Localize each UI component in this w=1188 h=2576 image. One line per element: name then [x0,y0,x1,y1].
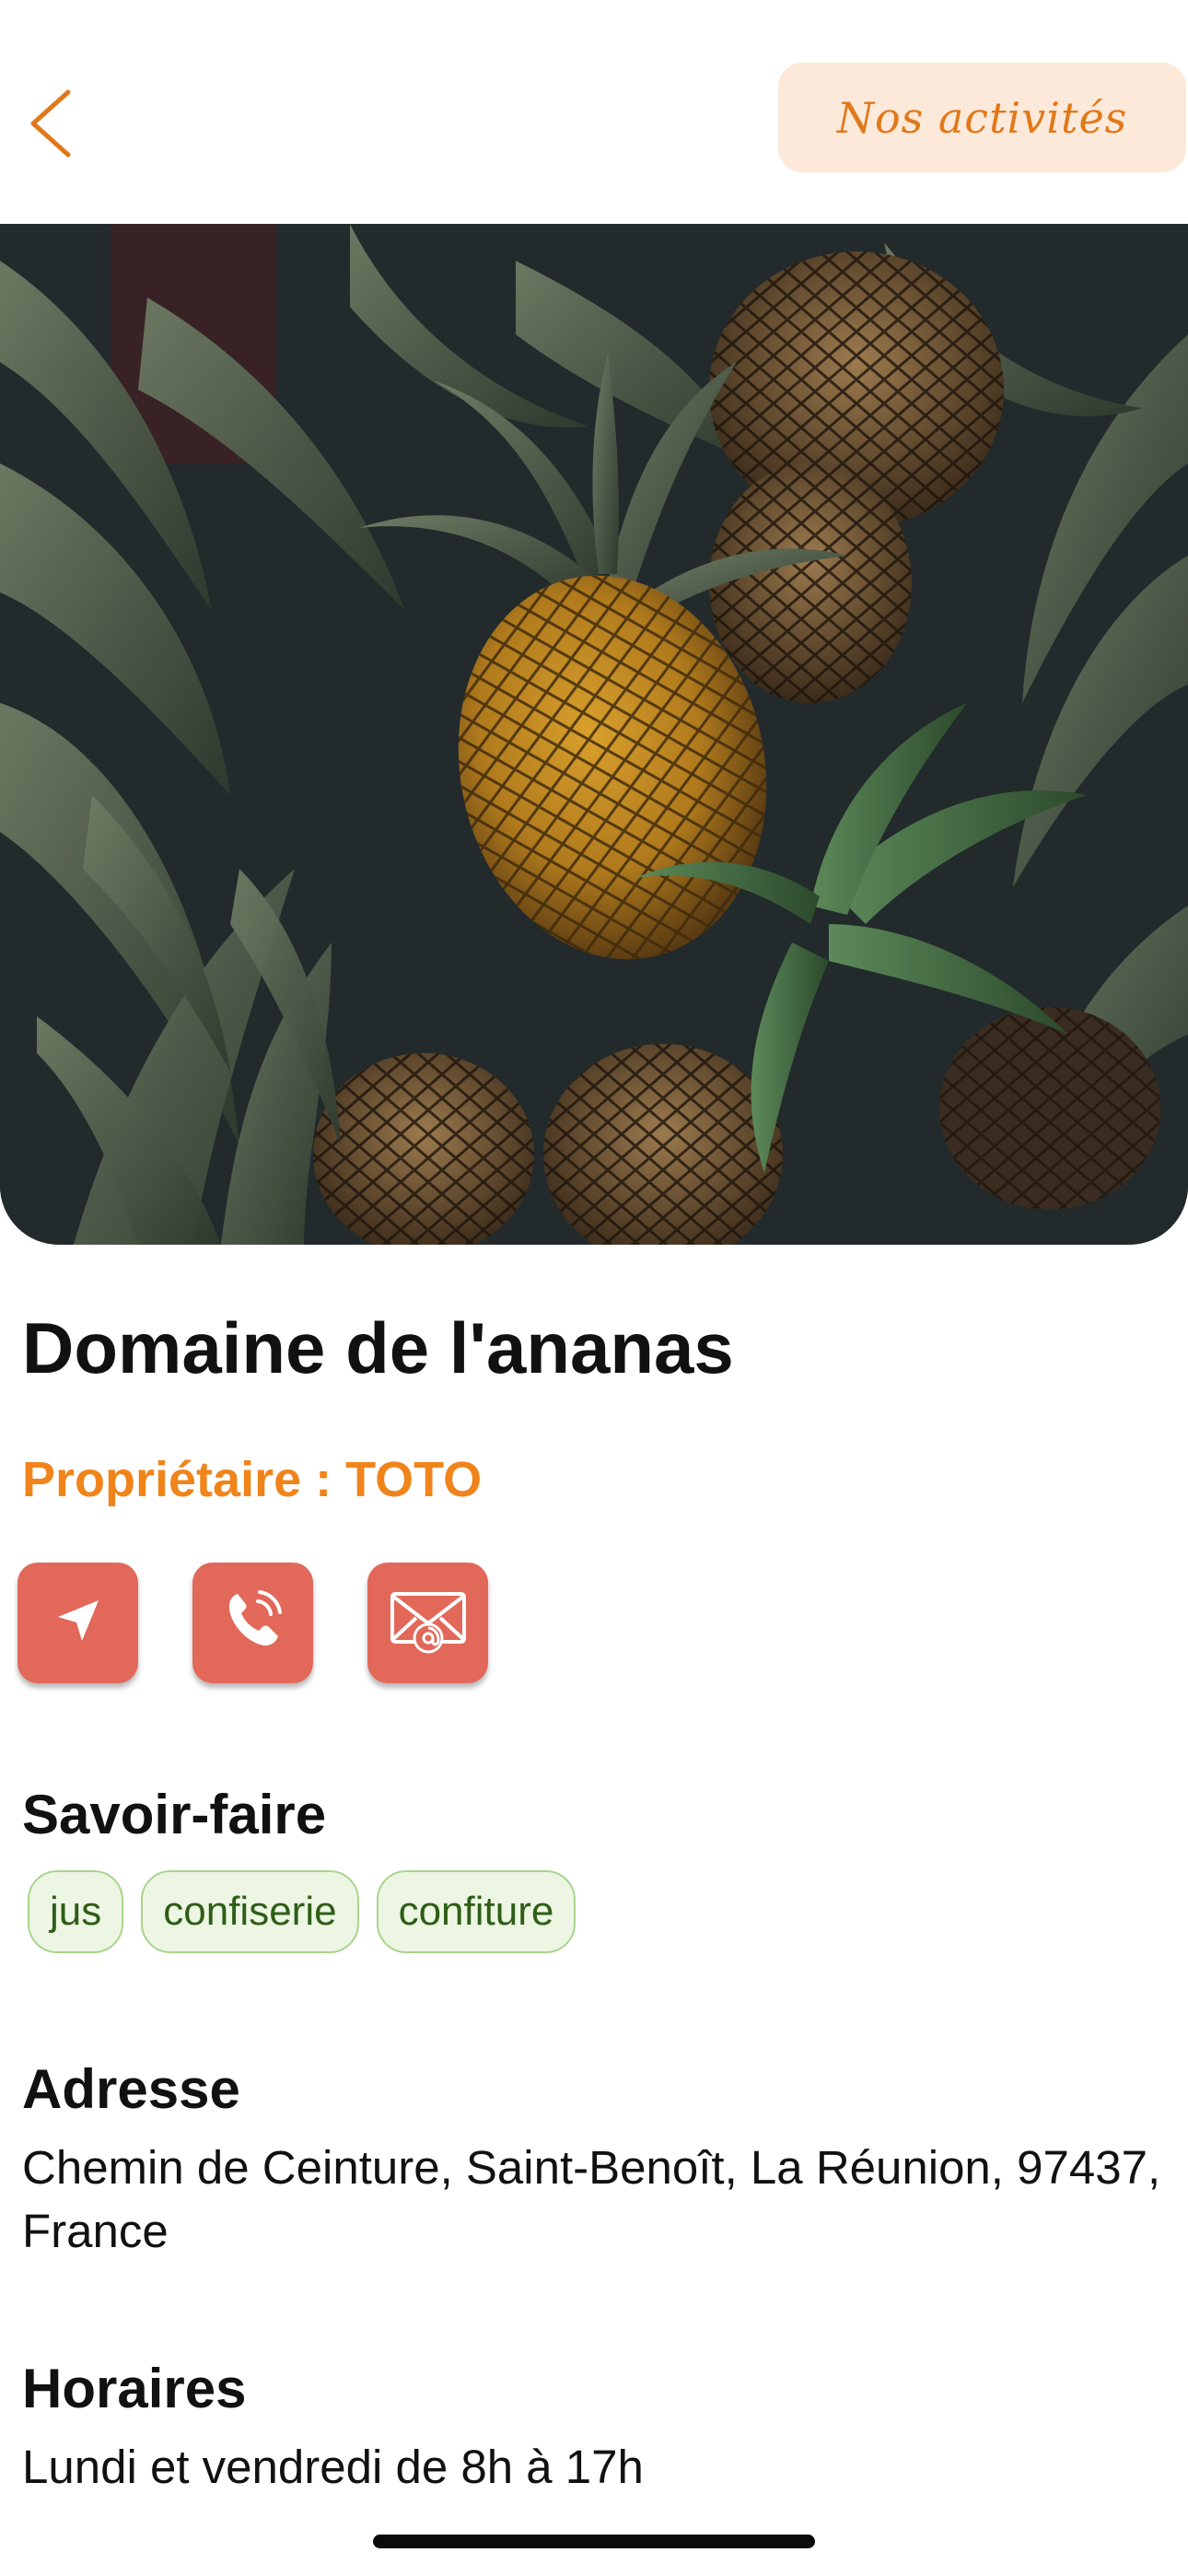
hero-image [0,224,1188,1245]
home-indicator[interactable] [373,2535,815,2548]
navigation-arrow-icon [51,1593,106,1653]
address-heading: Adresse [22,2058,240,2120]
hours-heading: Horaires [22,2358,247,2419]
address-text: Chemin de Ceinture, Saint-Benoît, La Réu… [22,2141,1161,2257]
hours-text: Lundi et vendredi de 8h à 17h [22,2441,644,2493]
tag-chip[interactable]: confiserie [141,1870,359,1953]
owner-label: Propriétaire : TOTO [22,1452,483,1507]
call-button[interactable] [192,1563,313,1683]
back-button[interactable] [13,79,90,168]
activities-button[interactable]: Nos activités [778,63,1186,172]
email-button[interactable] [367,1563,488,1683]
savoir-faire-heading: Savoir-faire [22,1784,327,1845]
page-title: Domaine de l'ananas [22,1307,734,1388]
phone-icon [217,1585,289,1661]
directions-button[interactable] [17,1563,138,1683]
tag-chip[interactable]: confiture [376,1870,577,1953]
action-buttons [17,1563,496,1686]
savoir-faire-tags: jus confiserie confiture [28,1870,577,1953]
chevron-left-icon [13,79,90,168]
envelope-at-icon [389,1585,468,1661]
activities-button-label: Nos activités [836,92,1128,143]
tag-chip[interactable]: jus [28,1870,124,1953]
top-bar: Nos activités [0,0,1188,224]
